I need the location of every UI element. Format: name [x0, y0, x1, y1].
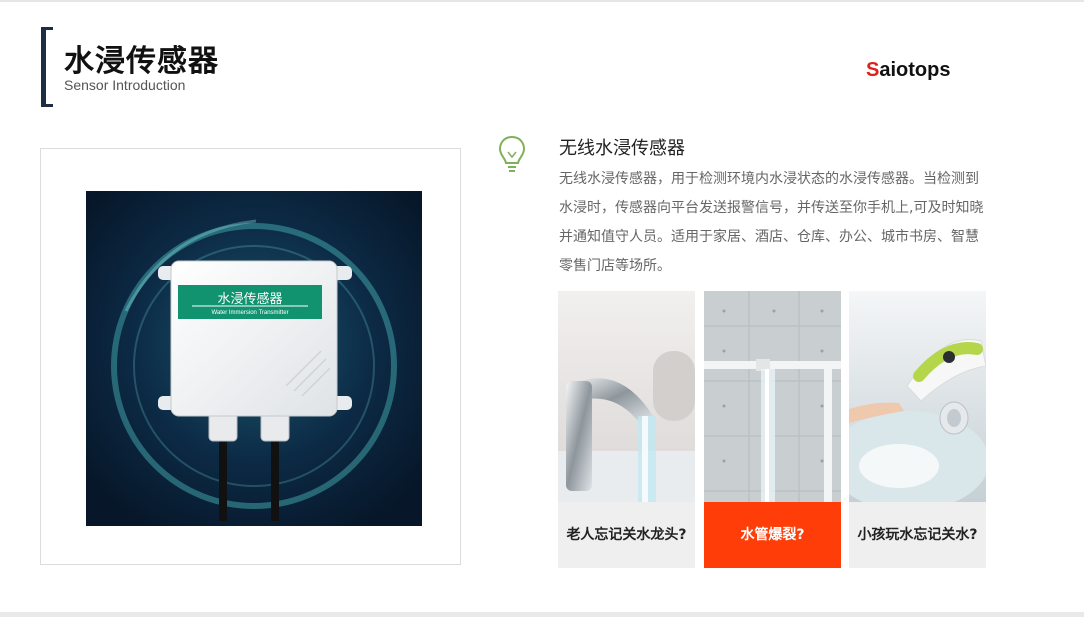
product-label-en: Water Immersion Transmitter — [211, 310, 288, 316]
faucet-photo — [558, 291, 695, 502]
section-title: 无线水浸传感器 — [559, 138, 685, 159]
product-photo: 水浸传感器 Water Immersion Transmitter — [86, 191, 422, 526]
section-description: 无线水浸传感器，用于检测环境内水浸状态的水浸传感器。当检测到水浸时，传感器向平台… — [559, 171, 984, 274]
brand-logo: Saiotops — [866, 59, 950, 82]
scenario-caption: 小孩玩水忘记关水? — [857, 527, 978, 543]
product-image-frame: 水浸传感器 Water Immersion Transmitter — [40, 148, 461, 565]
top-divider — [0, 0, 1084, 2]
scenario-caption: 老人忘记关水龙头? — [566, 527, 687, 543]
title-bracket — [41, 27, 53, 107]
bottom-divider — [0, 612, 1084, 617]
scenario-caption: 水管爆裂? — [704, 502, 841, 568]
page-title: 水浸传感器 — [64, 44, 219, 79]
child-water-photo — [849, 291, 986, 502]
product-label-cn: 水浸传感器 — [217, 291, 282, 307]
scenario-card-pipe-burst: 水管爆裂? — [704, 291, 841, 568]
scenario-card-child-water: 小孩玩水忘记关水? — [849, 291, 986, 568]
scenario-card-faucet: 老人忘记关水龙头? — [558, 291, 695, 568]
brand-logo-initial: S — [866, 59, 880, 81]
pipe-burst-photo — [704, 291, 841, 502]
page-subtitle: Sensor Introduction — [64, 77, 186, 93]
brand-logo-rest: aiotops — [879, 59, 951, 81]
lightbulb-icon — [498, 135, 526, 172]
